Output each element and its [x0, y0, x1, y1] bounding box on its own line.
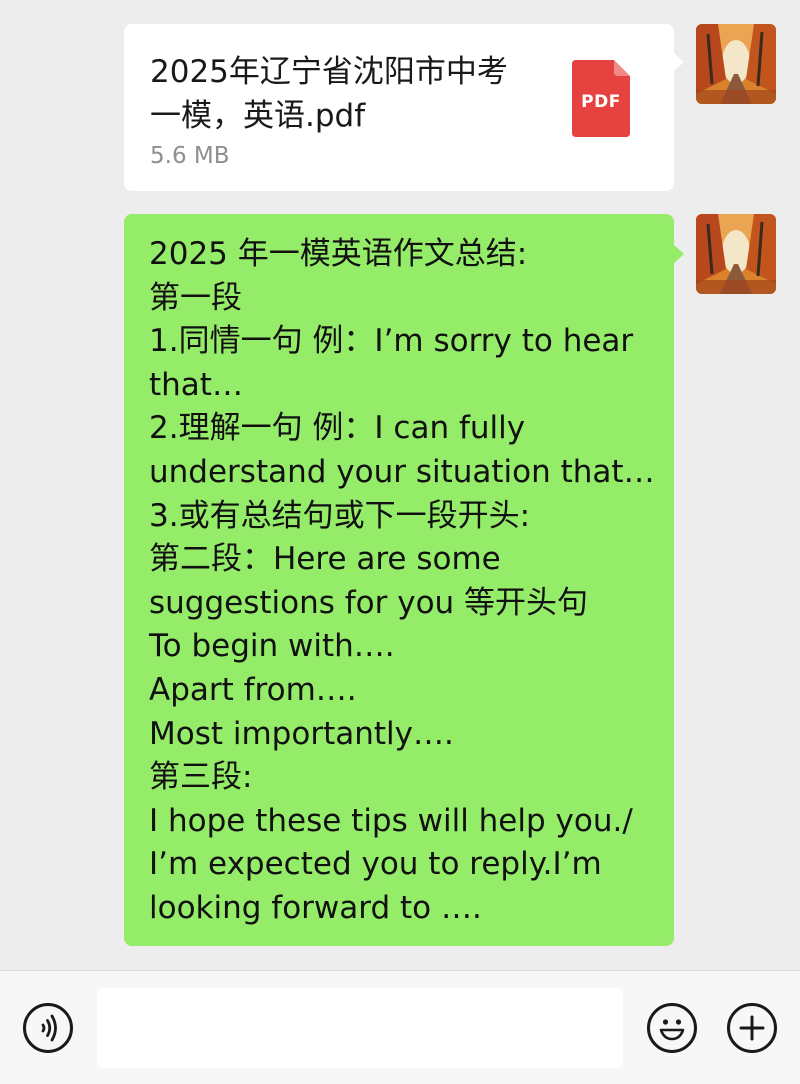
voice-icon	[41, 1014, 57, 1042]
message-line: 2025 年一模英语作文总结:	[149, 236, 528, 272]
voice-button[interactable]	[23, 1003, 73, 1053]
message-line: 3.或有总结句或下一段开头:	[149, 497, 531, 534]
pdf-label: PDF	[581, 92, 621, 112]
message-line: understand your situation that…	[149, 453, 655, 490]
input-bar	[0, 970, 800, 1084]
file-size: 5.6 MB	[150, 143, 230, 169]
message-line: To begin with….	[149, 628, 395, 665]
message-line: I’m expected you to reply.I’m	[149, 846, 602, 883]
message-line: suggestions for you 等开头句	[149, 584, 589, 621]
message-input[interactable]	[97, 988, 623, 1068]
emoji-icon	[659, 1019, 685, 1041]
message-line: that…	[149, 366, 243, 403]
message-line: 2.理解一句 例：I can fully	[149, 410, 526, 447]
message-line: Most importantly….	[149, 715, 454, 752]
avatar[interactable]	[696, 24, 776, 104]
plus-icon	[739, 1015, 765, 1041]
pdf-file-icon: PDF	[572, 60, 630, 137]
message-line: looking forward to ….	[149, 889, 482, 926]
file-name-line: 2025年辽宁省沈阳市中考	[150, 54, 508, 90]
emoji-button[interactable]	[647, 1003, 697, 1053]
chat-area: 2025年辽宁省沈阳市中考 一模，英语.pdf 5.6 MB PDF 2025 …	[0, 0, 800, 970]
message-line: 1.同情一句 例：I’m sorry to hear	[149, 323, 634, 360]
file-name-line: 一模，英语.pdf	[150, 98, 366, 134]
file-name: 2025年辽宁省沈阳市中考 一模，英语.pdf	[150, 50, 550, 138]
message-line: 第三段:	[149, 759, 253, 796]
message-text: 2025 年一模英语作文总结: 第一段 1.同情一句 例：I’m sorry t…	[149, 233, 669, 931]
more-button[interactable]	[727, 1003, 777, 1053]
bubble-tail	[673, 52, 684, 72]
bubble-tail	[673, 244, 684, 264]
file-message-bubble[interactable]: 2025年辽宁省沈阳市中考 一模，英语.pdf 5.6 MB PDF	[124, 24, 684, 191]
message-line: I hope these tips will help you./	[149, 802, 633, 839]
message-line: 第二段：Here are some	[149, 541, 501, 578]
avatar[interactable]	[696, 214, 776, 294]
message-line: Apart from….	[149, 671, 357, 708]
message-line: 第一段	[149, 279, 242, 316]
text-message-bubble[interactable]: 2025 年一模英语作文总结: 第一段 1.同情一句 例：I’m sorry t…	[124, 214, 684, 946]
